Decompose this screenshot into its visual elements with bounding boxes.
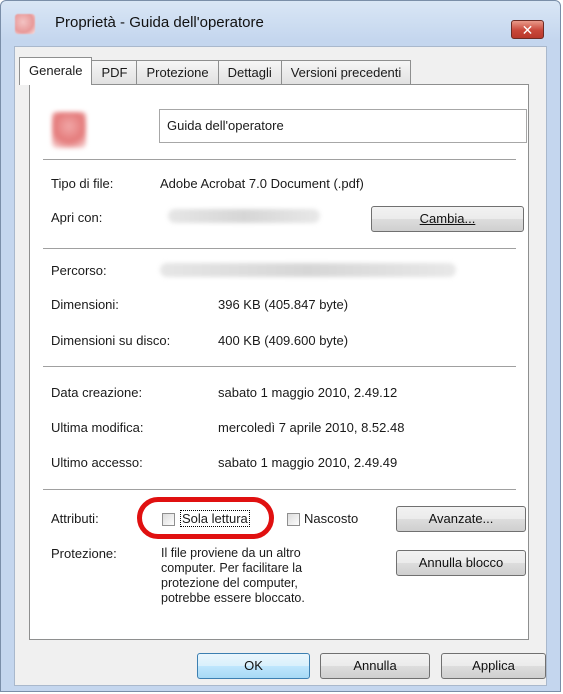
tab-pdf[interactable]: PDF xyxy=(91,60,138,84)
path-label: Percorso: xyxy=(51,263,107,278)
accessed-value: sabato 1 maggio 2010, 2.49.49 xyxy=(218,455,398,470)
hidden-label[interactable]: Nascosto xyxy=(304,511,358,526)
change-button-label: Cambia... xyxy=(419,211,476,226)
disk-size-value: 400 KB (409.600 byte) xyxy=(218,333,349,348)
protection-text-line: potrebbe essere bloccato. xyxy=(161,591,305,605)
readonly-label[interactable]: Sola lettura xyxy=(180,510,250,527)
protection-text-line: Il file proviene da un altro xyxy=(161,546,301,560)
tab-generale[interactable]: Generale xyxy=(19,57,93,85)
attributes-label: Attributi: xyxy=(51,511,99,526)
modified-value: mercoledì 7 aprile 2010, 8.52.48 xyxy=(218,420,405,435)
disk-size-label: Dimensioni su disco: xyxy=(51,333,171,348)
divider xyxy=(43,366,516,367)
close-button[interactable]: ✕ xyxy=(511,20,544,39)
accessed-label: Ultimo accesso: xyxy=(51,455,143,470)
open-with-app-redacted xyxy=(168,209,320,223)
file-type-label: Tipo di file: xyxy=(51,176,114,191)
protection-text-line: protezione del computer, xyxy=(161,576,298,590)
modified-label: Ultima modifica: xyxy=(51,420,144,435)
divider xyxy=(43,489,516,490)
tab-strip: Generale PDF Protezione Dettagli Version… xyxy=(19,57,412,85)
created-value: sabato 1 maggio 2010, 2.49.12 xyxy=(218,385,398,400)
title-bar[interactable]: Proprietà - Guida dell'operatore ✕ xyxy=(1,1,560,43)
protection-label: Protezione: xyxy=(51,546,117,561)
window-title: Proprietà - Guida dell'operatore xyxy=(55,14,264,31)
apply-button[interactable]: Applica xyxy=(441,653,546,679)
readonly-label-text: Sola lettura xyxy=(180,510,250,527)
hidden-checkbox[interactable] xyxy=(287,513,300,526)
size-value: 396 KB (405.847 byte) xyxy=(218,297,349,312)
file-type-value: Adobe Acrobat 7.0 Document (.pdf) xyxy=(160,176,364,191)
pdf-file-icon xyxy=(15,14,35,34)
protection-text-line: computer. Per facilitare la xyxy=(161,561,303,575)
size-label: Dimensioni: xyxy=(51,297,119,312)
cancel-button[interactable]: Annulla xyxy=(320,653,430,679)
created-label: Data creazione: xyxy=(51,385,143,400)
path-value-redacted xyxy=(160,263,456,277)
tab-versioni-precedenti[interactable]: Versioni precedenti xyxy=(280,60,412,84)
advanced-button[interactable]: Avanzate... xyxy=(396,506,526,532)
pdf-file-icon xyxy=(52,112,86,148)
tab-dettagli[interactable]: Dettagli xyxy=(217,60,282,84)
ok-button[interactable]: OK xyxy=(197,653,310,679)
unblock-button[interactable]: Annulla blocco xyxy=(396,550,526,576)
divider xyxy=(43,159,516,160)
readonly-checkbox[interactable] xyxy=(162,513,175,526)
divider xyxy=(43,248,516,249)
tab-protezione[interactable]: Protezione xyxy=(136,60,219,84)
file-name-field[interactable]: Guida dell'operatore xyxy=(159,109,527,143)
open-with-label: Apri con: xyxy=(51,210,103,225)
change-button[interactable]: Cambia... xyxy=(371,206,524,232)
protection-text: Il file proviene da un altro computer. P… xyxy=(161,546,305,606)
